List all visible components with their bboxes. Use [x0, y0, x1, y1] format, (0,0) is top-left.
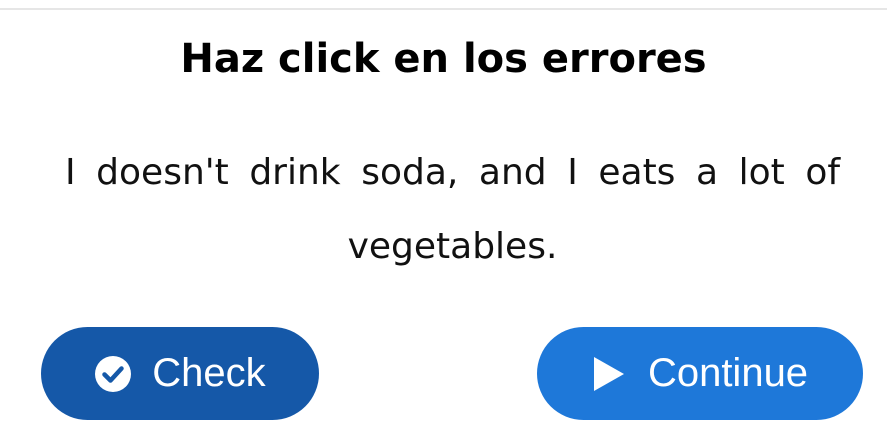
continue-button-label: Continue	[647, 351, 809, 395]
sentence-word[interactable]: soda	[361, 152, 447, 193]
exercise-sentence: I doesn't drink soda, and I eats a lot o…	[65, 136, 840, 284]
sentence-word[interactable]: vegetables	[348, 226, 546, 267]
sentence-word[interactable]: I	[65, 152, 76, 193]
check-circle-icon	[94, 355, 132, 393]
sentence-word[interactable]: and	[479, 152, 547, 193]
sentence-word[interactable]: eats	[598, 152, 675, 193]
sentence-word[interactable]: of	[805, 152, 840, 193]
sentence-word[interactable]: I	[567, 152, 578, 193]
sentence-word[interactable]: lot	[739, 152, 785, 193]
sentence-word[interactable]: doesn't	[96, 152, 229, 193]
sentence-word[interactable]: drink	[249, 152, 340, 193]
top-divider	[0, 0, 887, 10]
continue-button[interactable]: Continue	[537, 327, 863, 420]
sentence-punctuation[interactable]: .	[546, 226, 557, 267]
check-button-label: Check	[152, 351, 266, 395]
play-icon	[592, 355, 626, 393]
page-title: Haz click en los errores	[180, 36, 707, 82]
check-button[interactable]: Check	[41, 327, 319, 420]
sentence-punctuation[interactable]: ,	[447, 152, 458, 193]
sentence-word[interactable]: a	[696, 152, 718, 193]
